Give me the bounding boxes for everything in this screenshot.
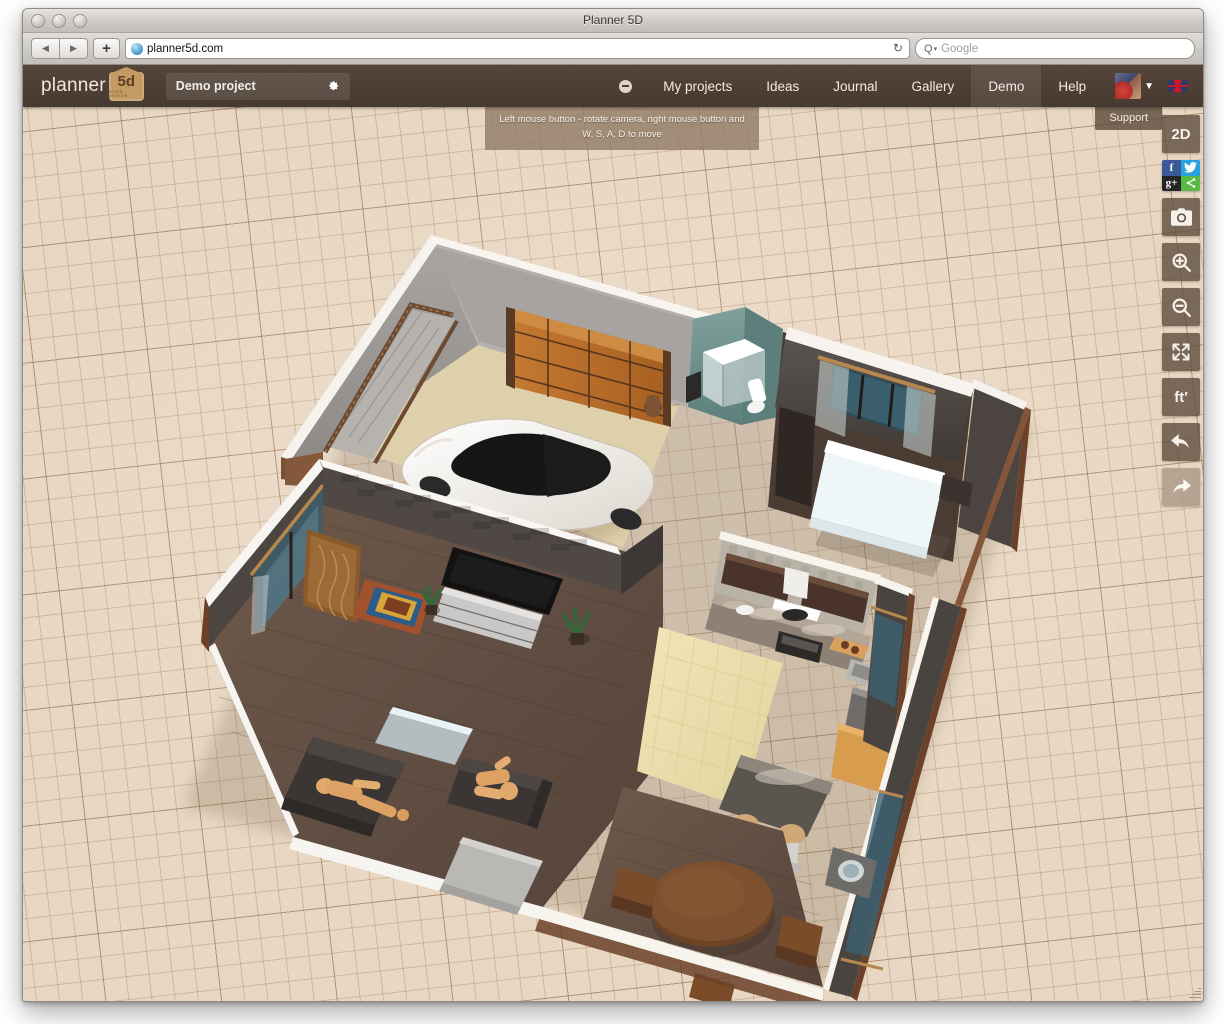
frying-pan — [782, 609, 808, 621]
brand-logo[interactable]: planner 5d HOME DESIGN — [41, 72, 144, 101]
nav-link-help[interactable]: Help — [1041, 65, 1103, 107]
browser-nav-buttons: ◀ ▶ — [31, 38, 88, 59]
brand-wordmark: planner — [41, 75, 106, 97]
zoom-in-icon — [1171, 252, 1192, 273]
main-navigation: My projects Ideas Journal Gallery Demo H… — [605, 65, 1203, 107]
social-share-icon[interactable]: f g+ — [1162, 160, 1200, 191]
nav-link-my-projects[interactable]: My projects — [646, 65, 749, 107]
share-icon[interactable] — [1181, 176, 1200, 192]
camera-hint-line1: Left mouse button - rotate camera, right… — [493, 113, 751, 128]
round-dining-table[interactable] — [649, 861, 775, 957]
chevron-down-icon[interactable]: ▼ — [1144, 81, 1154, 92]
redo-button[interactable] — [1162, 468, 1200, 506]
project-name: Demo project — [176, 79, 256, 93]
browser-window: Planner 5D ◀ ▶ + planner5d.com ↻ Q ▾ Goo… — [22, 8, 1204, 1002]
reload-icon[interactable]: ↻ — [893, 41, 903, 55]
address-bar-url: planner5d.com — [147, 43, 223, 55]
fullscreen-button[interactable] — [1162, 333, 1200, 371]
3d-viewport[interactable]: Left mouse button - rotate camera, right… — [23, 107, 1203, 1002]
app-navbar: planner 5d HOME DESIGN Demo project — [23, 65, 1203, 107]
fullscreen-icon — [1171, 342, 1191, 362]
forward-button[interactable]: ▶ — [59, 38, 88, 59]
support-button[interactable]: Support — [1095, 107, 1162, 130]
address-bar[interactable]: planner5d.com ↻ — [125, 38, 910, 59]
undo-button[interactable] — [1162, 423, 1200, 461]
nav-link-ideas[interactable]: Ideas — [749, 65, 816, 107]
nav-menu-toggle[interactable] — [605, 65, 646, 107]
minus-circle-icon — [619, 80, 632, 93]
gear-icon[interactable] — [326, 79, 340, 93]
search-icon: Q — [924, 43, 933, 55]
floor-plan-3d-render[interactable] — [23, 107, 1203, 1002]
zoom-out-icon — [1171, 297, 1192, 318]
camera-icon — [1171, 208, 1192, 226]
nav-link-journal[interactable]: Journal — [816, 65, 894, 107]
units-button[interactable]: ft′ — [1162, 378, 1200, 416]
zoom-in-button[interactable] — [1162, 243, 1200, 281]
zoom-out-button[interactable] — [1162, 288, 1200, 326]
browser-toolbar: ◀ ▶ + planner5d.com ↻ Q ▾ Google — [23, 33, 1203, 65]
screenshot-button[interactable] — [1162, 198, 1200, 236]
twitter-icon[interactable] — [1181, 160, 1200, 176]
window-resize-grip[interactable] — [1187, 985, 1201, 999]
undo-icon — [1170, 432, 1192, 452]
chevron-down-icon[interactable]: ▾ — [934, 45, 938, 53]
globe-icon — [131, 43, 143, 55]
nav-link-demo[interactable]: Demo — [971, 65, 1041, 107]
dish — [736, 605, 754, 615]
planner5d-app: planner 5d HOME DESIGN Demo project — [23, 65, 1203, 1002]
camera-hint-line2: W, S, A, D to move — [493, 128, 751, 143]
camera-hint-tooltip: Left mouse button - rotate camera, right… — [485, 107, 759, 150]
brand-badge-icon: 5d HOME DESIGN — [109, 72, 144, 101]
google-plus-icon[interactable]: g+ — [1162, 176, 1181, 192]
project-selector[interactable]: Demo project — [166, 73, 350, 100]
facebook-icon[interactable]: f — [1162, 160, 1181, 176]
brand-badge-subtitle: HOME DESIGN — [109, 90, 144, 98]
brand-badge-number: 5d — [118, 74, 136, 89]
viewport-toolbar: 2D f g+ — [1162, 115, 1200, 506]
nav-link-gallery[interactable]: Gallery — [895, 65, 972, 107]
view-2d-button[interactable]: 2D — [1162, 115, 1200, 153]
avatar[interactable] — [1115, 73, 1141, 99]
browser-titlebar: Planner 5D — [23, 9, 1203, 33]
search-placeholder: Google — [941, 43, 978, 55]
mannequin[interactable] — [644, 395, 662, 417]
window-title: Planner 5D — [23, 13, 1203, 27]
new-tab-button[interactable]: + — [93, 38, 120, 59]
uk-flag-icon[interactable] — [1168, 80, 1187, 92]
redo-icon — [1170, 477, 1192, 497]
back-button[interactable]: ◀ — [31, 38, 59, 59]
room-bathroom[interactable] — [686, 307, 783, 425]
browser-search-field[interactable]: Q ▾ Google — [915, 38, 1195, 59]
